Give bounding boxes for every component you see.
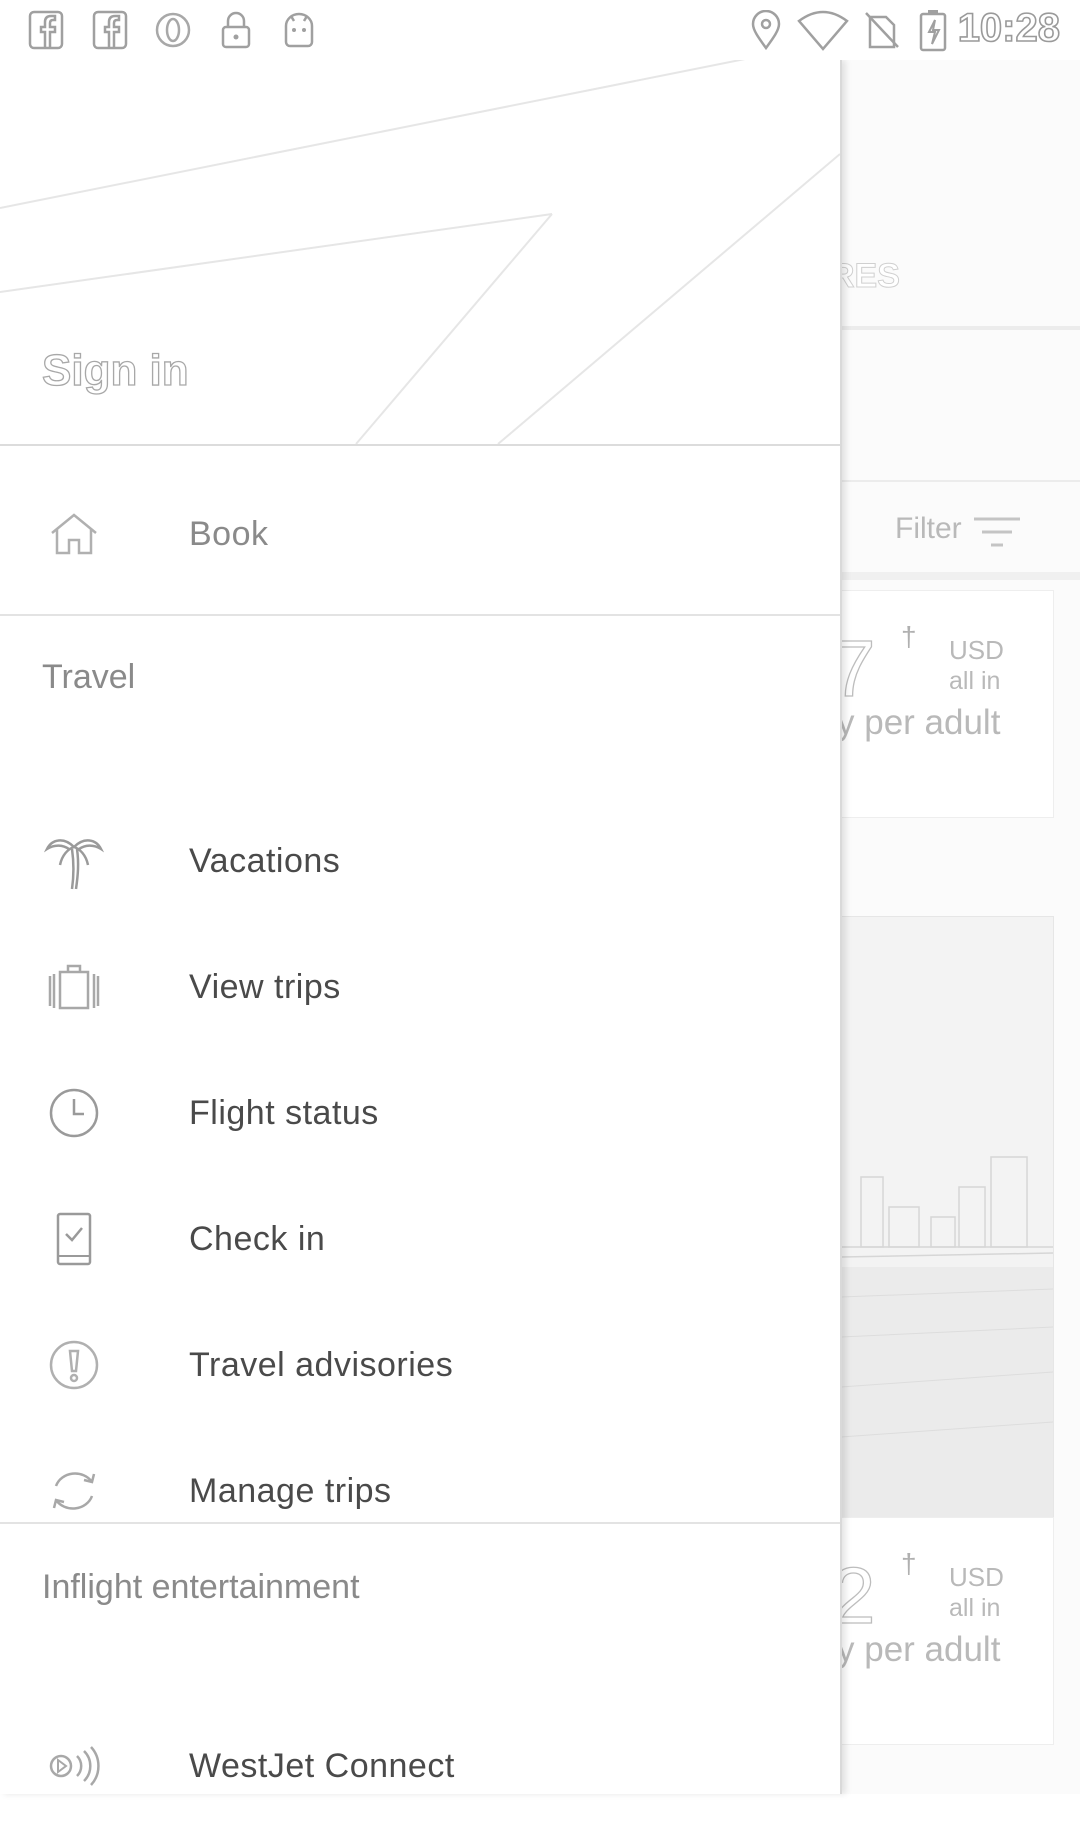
- fare-currency: USD: [949, 635, 1004, 665]
- drawer-header: Sign in: [0, 60, 840, 446]
- section-title-inflight: Inflight entertainment: [42, 1568, 360, 1606]
- drawer-item-check-in[interactable]: Check in: [0, 1184, 840, 1294]
- drawer-item-westjet-connect[interactable]: WestJet Connect: [0, 1711, 840, 1821]
- background-divider: [840, 480, 1080, 482]
- filter-bar-shadow: [840, 572, 1080, 580]
- alert-circle-icon: [44, 1335, 104, 1395]
- opera-icon: [153, 8, 193, 52]
- phone-check-icon: [44, 1209, 104, 1269]
- clock-icon: [44, 1083, 104, 1143]
- status-time: 10:28: [957, 5, 1061, 51]
- lock-icon: [216, 8, 256, 52]
- location-icon: [748, 8, 784, 52]
- background-tab-divider: [840, 326, 1080, 330]
- drawer-item-manage-trips[interactable]: Manage trips: [0, 1436, 840, 1546]
- facebook-icon: [90, 8, 130, 52]
- sync-icon: [44, 1461, 104, 1521]
- fare-dagger: †: [901, 621, 917, 652]
- drawer-item-label: Travel advisories: [189, 1345, 454, 1384]
- filter-button[interactable]: Filter: [880, 500, 1080, 570]
- filter-label: Filter: [895, 512, 962, 545]
- broadcast-icon: [44, 1736, 104, 1796]
- fare-all-in: all in: [949, 1594, 1001, 1622]
- drawer-item-label: View trips: [189, 967, 341, 1006]
- fare-price: 2: [841, 1550, 876, 1642]
- home-icon: [44, 504, 104, 564]
- status-bar: 10:28: [0, 0, 1080, 60]
- destination-photo[interactable]: [840, 916, 1054, 1519]
- palm-tree-icon: [44, 831, 104, 891]
- drawer-item-view-trips[interactable]: View trips: [0, 932, 840, 1042]
- facebook-icon: [26, 8, 66, 52]
- filter-icon: [972, 516, 1022, 557]
- fare-per-adult: y per adult: [840, 1630, 1001, 1669]
- drawer-item-label: Flight status: [189, 1093, 379, 1132]
- navigation-drawer: Sign in Book Travel Vacations View trips…: [0, 60, 842, 1794]
- luggage-icon: [44, 957, 104, 1017]
- fare-all-in: all in: [949, 667, 1001, 695]
- fare-currency: USD: [949, 1562, 1004, 1592]
- section-title-travel: Travel: [42, 658, 136, 696]
- drawer-item-label: Book: [189, 514, 269, 553]
- fare-price: 7: [841, 623, 876, 715]
- drawer-item-vacations[interactable]: Vacations: [0, 806, 840, 916]
- drawer-item-book[interactable]: Book: [0, 479, 840, 589]
- fare-card[interactable]: 7 † USD all in y per adult: [840, 590, 1054, 818]
- wifi-icon: [796, 8, 850, 52]
- android-icon: [279, 8, 319, 52]
- drawer-item-label: Manage trips: [189, 1471, 392, 1510]
- no-sim-icon: [862, 8, 902, 52]
- drawer-item-label: WestJet Connect: [189, 1746, 455, 1785]
- battery-charging-icon: [916, 8, 950, 52]
- drawer-item-travel-advisories[interactable]: Travel advisories: [0, 1310, 840, 1420]
- fare-card[interactable]: 2 † USD all in y per adult: [840, 1517, 1054, 1745]
- drawer-item-label: Vacations: [189, 841, 341, 880]
- sign-in-link[interactable]: Sign in: [41, 345, 189, 396]
- drawer-divider: [0, 1522, 840, 1524]
- drawer-item-label: Check in: [189, 1219, 326, 1258]
- fare-dagger: †: [901, 1548, 917, 1579]
- fare-per-adult: y per adult: [840, 703, 1001, 742]
- drawer-divider: [0, 614, 840, 616]
- drawer-item-flight-status[interactable]: Flight status: [0, 1058, 840, 1168]
